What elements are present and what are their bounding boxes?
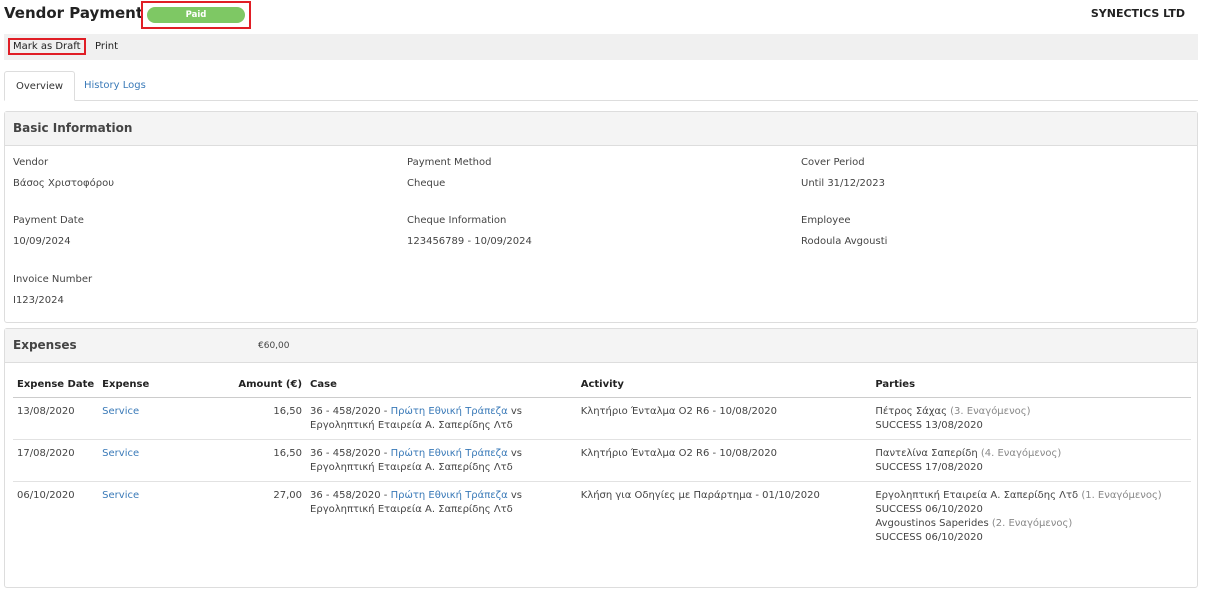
- expense-link[interactable]: Service: [102, 490, 139, 501]
- page-title: Vendor Payment: [4, 4, 143, 22]
- action-toolbar: Mark as Draft Print: [4, 34, 1198, 60]
- table-row: 17/08/2020 Service 16,50 36 - 458/2020 -…: [13, 439, 1191, 482]
- expense-activity: Κλήση για Οδηγίες με Παράρτημα - 01/10/2…: [580, 490, 820, 501]
- basic-information-panel: Basic Information Vendor Βάσος Χριστοφόρ…: [4, 111, 1198, 323]
- employee-label: Employee: [801, 215, 851, 226]
- party-status: SUCCESS 17/08/2020: [875, 462, 983, 473]
- party-name: Πέτρος Σάχας: [875, 406, 947, 417]
- case-opponent: Εργοληπτική Εταιρεία Α. Σαπερίδης Λτδ: [310, 420, 513, 431]
- party-role: (1. Εναγόμενος): [1081, 490, 1162, 501]
- col-parties[interactable]: Parties: [871, 373, 1191, 398]
- vendor-field: Vendor Βάσος Χριστοφόρου: [13, 157, 114, 189]
- case-client-link[interactable]: Πρώτη Εθνική Τράπεζα: [391, 448, 508, 459]
- expense-activity: Κλητήριο Ένταλμα Ο2 R6 - 10/08/2020: [576, 397, 872, 440]
- party-name: Παντελίνα Σαπερίδη: [875, 448, 978, 459]
- table-row: 13/08/2020 Service 16,50 36 - 458/2020 -…: [13, 397, 1191, 440]
- col-activity[interactable]: Activity: [576, 373, 872, 398]
- case-number: 36 - 458/2020 -: [310, 448, 391, 459]
- party-name: Avgoustinos Saperides: [875, 518, 989, 529]
- expense-parties: Εργοληπτική Εταιρεία Α. Σαπερίδης Λτδ (1…: [871, 482, 1191, 552]
- case-vs: vs: [507, 406, 523, 417]
- cover-period-label: Cover Period: [801, 157, 865, 168]
- payment-date-label: Payment Date: [13, 215, 84, 226]
- cheque-information-field: Cheque Information 123456789 - 10/09/202…: [407, 215, 532, 247]
- expenses-header: Expenses €60,00: [5, 329, 1197, 363]
- col-expense[interactable]: Expense: [98, 373, 179, 398]
- basic-information-title: Basic Information: [13, 121, 133, 135]
- page-header: Vendor Payment Paid SYNECTICS LTD: [0, 0, 1205, 32]
- party-status: SUCCESS 13/08/2020: [875, 420, 983, 431]
- expense-link[interactable]: Service: [102, 406, 139, 417]
- col-amount[interactable]: Amount (€): [178, 373, 307, 398]
- print-button[interactable]: Print: [90, 38, 123, 55]
- company-name: SYNECTICS LTD: [1090, 7, 1185, 20]
- expense-date: 17/08/2020: [13, 439, 99, 482]
- case-number: 36 - 458/2020 -: [310, 406, 391, 417]
- cover-period-value: Until 31/12/2023: [801, 178, 885, 189]
- expense-parties: Πέτρος Σάχας (3. Εναγόμενος) SUCCESS 13/…: [871, 397, 1191, 440]
- cheque-information-label: Cheque Information: [407, 215, 507, 226]
- expenses-table-header: Expense Date Expense Amount (€) Case Act…: [13, 373, 1191, 398]
- vendor-label: Vendor: [13, 157, 49, 168]
- case-client-link[interactable]: Πρώτη Εθνική Τράπεζα: [391, 490, 508, 501]
- party-role: (3. Εναγόμενος): [950, 406, 1031, 417]
- case-opponent: Εργοληπτική Εταιρεία Α. Σαπερίδης Λτδ: [310, 504, 513, 515]
- invoice-number-value: I123/2024: [13, 295, 64, 306]
- vendor-value: Βάσος Χριστοφόρου: [13, 178, 114, 189]
- expense-case: 36 - 458/2020 - Πρώτη Εθνική Τράπεζα vs …: [306, 482, 577, 552]
- tab-history-logs[interactable]: History Logs: [73, 71, 157, 101]
- case-vs: vs: [507, 490, 523, 501]
- table-row: 06/10/2020 Service 27,00 36 - 458/2020 -…: [13, 482, 1191, 552]
- col-case[interactable]: Case: [306, 373, 577, 398]
- case-client-link[interactable]: Πρώτη Εθνική Τράπεζα: [391, 406, 508, 417]
- expense-case: 36 - 458/2020 - Πρώτη Εθνική Τράπεζα vs …: [306, 439, 577, 482]
- party-status: SUCCESS 06/10/2020: [875, 504, 983, 515]
- expense-activity: Κλητήριο Ένταλμα Ο2 R6 - 10/08/2020: [576, 439, 872, 482]
- expenses-table: Expense Date Expense Amount (€) Case Act…: [13, 373, 1191, 551]
- tab-bar: Overview History Logs: [4, 71, 1198, 101]
- invoice-number-label: Invoice Number: [13, 274, 93, 285]
- payment-method-label: Payment Method: [407, 157, 492, 168]
- employee-field: Employee Rodoula Avgousti: [801, 215, 887, 247]
- cheque-information-value: 123456789 - 10/09/2024: [407, 236, 532, 247]
- basic-information-header: Basic Information: [5, 112, 1197, 146]
- expense-date: 13/08/2020: [13, 397, 99, 440]
- payment-method-field: Payment Method Cheque: [407, 157, 491, 189]
- employee-value: Rodoula Avgousti: [801, 236, 888, 247]
- expense-case: 36 - 458/2020 - Πρώτη Εθνική Τράπεζα vs …: [306, 397, 577, 440]
- invoice-number-field: Invoice Number I123/2024: [13, 274, 92, 306]
- payment-date-value: 10/09/2024: [13, 236, 71, 247]
- status-badge-highlight: Paid: [141, 1, 251, 29]
- expense-amount: 16,50: [178, 439, 307, 482]
- expenses-panel: Expenses €60,00 Expense Date Expense Amo…: [4, 328, 1198, 588]
- case-number: 36 - 458/2020 -: [310, 490, 391, 501]
- expense-parties: Παντελίνα Σαπερίδη (4. Εναγόμενος) SUCCE…: [871, 439, 1191, 482]
- payment-date-field: Payment Date 10/09/2024: [13, 215, 84, 247]
- expenses-title: Expenses: [13, 338, 77, 352]
- mark-as-draft-button[interactable]: Mark as Draft: [8, 38, 86, 55]
- payment-method-value: Cheque: [407, 178, 446, 189]
- expense-link[interactable]: Service: [102, 448, 139, 459]
- case-opponent: Εργοληπτική Εταιρεία Α. Σαπερίδης Λτδ: [310, 462, 513, 473]
- cover-period-field: Cover Period Until 31/12/2023: [801, 157, 885, 189]
- case-vs: vs: [507, 448, 523, 459]
- status-badge: Paid: [147, 7, 245, 23]
- party-role: (2. Εναγόμενος): [991, 518, 1073, 529]
- expense-amount: 27,00: [273, 490, 303, 501]
- expense-amount: 16,50: [178, 397, 307, 440]
- expense-date: 06/10/2020: [17, 490, 75, 501]
- party-role: (4. Εναγόμενος): [980, 448, 1062, 459]
- party-name: Εργοληπτική Εταιρεία Α. Σαπερίδης Λτδ: [875, 490, 1079, 501]
- tab-overview[interactable]: Overview: [4, 71, 76, 101]
- party-status: SUCCESS 06/10/2020: [875, 532, 983, 543]
- expenses-total: €60,00: [258, 341, 290, 351]
- col-expense-date[interactable]: Expense Date: [13, 373, 99, 398]
